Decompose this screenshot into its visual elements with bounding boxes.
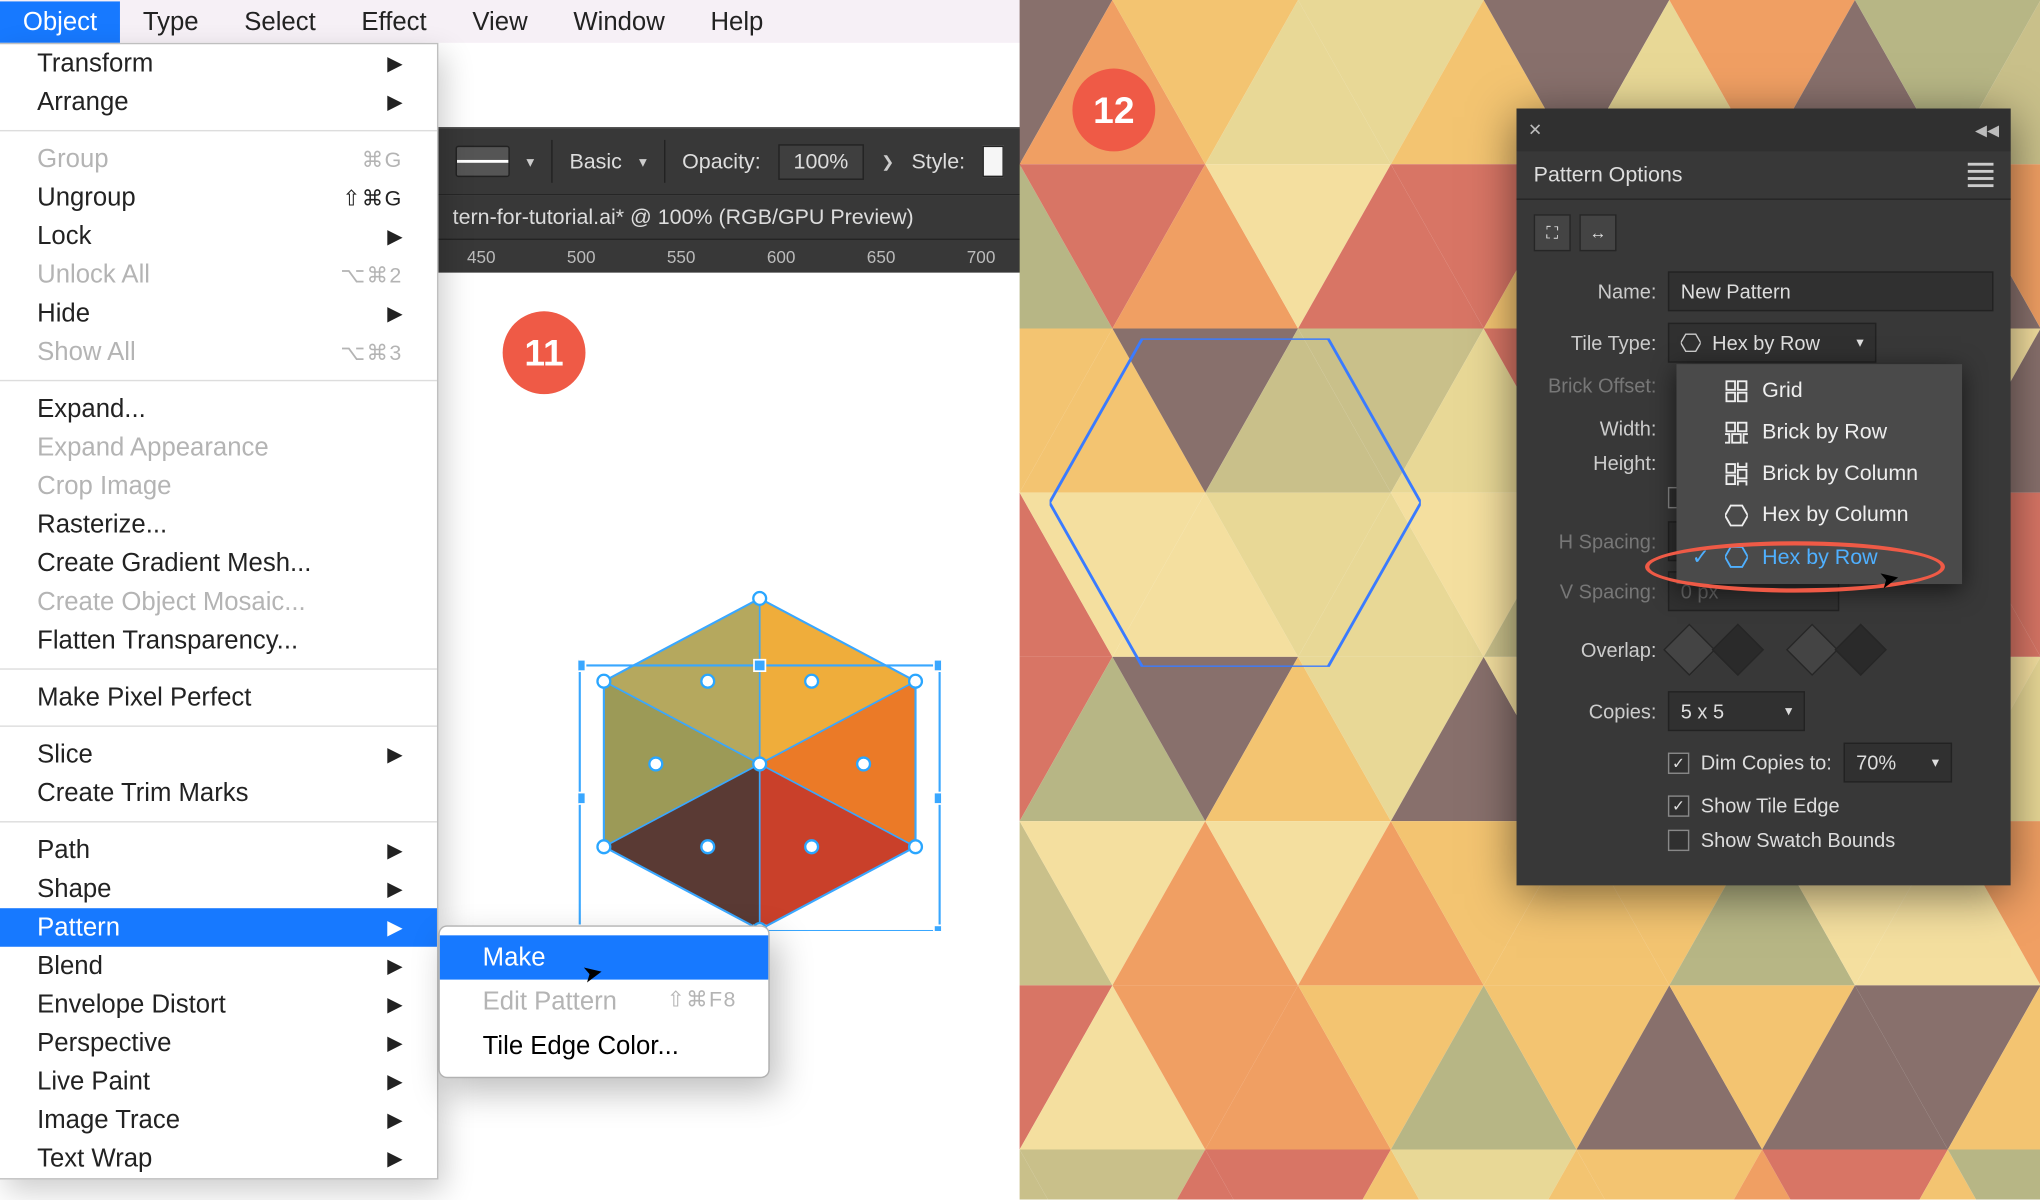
close-icon[interactable]: ✕: [1528, 120, 1542, 140]
menu-item: Expand Appearance: [0, 428, 437, 467]
tile-option[interactable]: Hex by Column: [1676, 494, 1962, 535]
menu-item[interactable]: Shape▶: [0, 870, 437, 909]
step-badge-12: 12: [1072, 69, 1155, 152]
menu-item: Group⌘G: [0, 140, 437, 179]
panel-title: Pattern Options: [1534, 163, 1683, 187]
overlap-left-button[interactable]: [1663, 623, 1716, 676]
menu-item[interactable]: Text Wrap▶: [0, 1140, 437, 1179]
menu-item[interactable]: Ungroup⇧⌘G: [0, 179, 437, 218]
menu-item[interactable]: Expand...: [0, 390, 437, 429]
resize-icon[interactable]: ↔: [1579, 214, 1616, 251]
menu-item[interactable]: Flatten Transparency...: [0, 621, 437, 660]
menu-effect[interactable]: Effect: [339, 1, 450, 42]
object-menu[interactable]: Transform▶Arrange▶ Group⌘GUngroup⇧⌘GLock▶…: [0, 43, 438, 1180]
chevron-down-icon[interactable]: ▾: [526, 152, 534, 171]
menu-view[interactable]: View: [450, 1, 551, 42]
menu-item[interactable]: Arrange▶: [0, 83, 437, 122]
opacity-input[interactable]: 100%: [778, 144, 864, 180]
overlap-right-button[interactable]: [1712, 623, 1765, 676]
submenu-item[interactable]: Make: [440, 935, 768, 979]
menu-item[interactable]: Create Gradient Mesh...: [0, 544, 437, 583]
menu-item[interactable]: Lock▶: [0, 217, 437, 256]
stroke-style-swatch[interactable]: [456, 146, 510, 177]
options-bar[interactable]: ▾ Basic ▾ Opacity: 100% ❯ Style:: [438, 127, 1021, 196]
menu-item: Crop Image: [0, 467, 437, 506]
menu-item[interactable]: Transform▶: [0, 44, 437, 83]
menu-select[interactable]: Select: [221, 1, 338, 42]
name-input[interactable]: [1668, 271, 1994, 311]
menu-item[interactable]: Blend▶: [0, 947, 437, 986]
pattern-tile-tool-icon[interactable]: ⛶: [1534, 214, 1571, 251]
hexagon-artwork[interactable]: [578, 560, 941, 931]
overlap-top-button[interactable]: [1786, 623, 1839, 676]
opacity-label: Opacity:: [682, 149, 761, 173]
menu-item[interactable]: Perspective▶: [0, 1024, 437, 1063]
menu-help[interactable]: Help: [688, 1, 787, 42]
menu-item: Unlock All⌥⌘2: [0, 256, 437, 295]
tile-option[interactable]: Brick by Column: [1676, 453, 1962, 494]
menu-item[interactable]: Pattern▶: [0, 908, 437, 947]
menu-item[interactable]: Make Pixel Perfect: [0, 678, 437, 717]
collapse-icon[interactable]: ◀◀: [1975, 121, 1999, 140]
menu-item[interactable]: Image Trace▶: [0, 1101, 437, 1140]
tile-type-select[interactable]: Hex by Row ▾: [1668, 323, 1876, 363]
style-label: Style:: [911, 149, 965, 173]
style-swatch[interactable]: [982, 146, 1004, 177]
overlap-bottom-button[interactable]: [1834, 623, 1887, 676]
menu-item[interactable]: Live Paint▶: [0, 1062, 437, 1101]
menu-type[interactable]: Type: [120, 1, 221, 42]
menu-item[interactable]: Rasterize...: [0, 506, 437, 545]
menu-item[interactable]: Create Trim Marks: [0, 774, 437, 813]
menu-icon[interactable]: [1968, 163, 1994, 187]
basic-label[interactable]: Basic: [569, 149, 621, 173]
submenu-item: Edit Pattern⇧⌘F8: [440, 980, 768, 1024]
show-tile-checkbox[interactable]: [1668, 795, 1689, 816]
menu-item[interactable]: Slice▶: [0, 735, 437, 774]
chevron-down-icon[interactable]: ▾: [639, 152, 647, 171]
menu-window[interactable]: Window: [550, 1, 687, 42]
dim-copies-checkbox[interactable]: [1668, 752, 1689, 773]
menu-item: Show All⌥⌘3: [0, 333, 437, 372]
tile-option[interactable]: Brick by Row: [1676, 411, 1962, 452]
menu-object[interactable]: Object: [0, 1, 120, 42]
selected-tile-outline: [1050, 338, 1421, 666]
copies-select[interactable]: 5 x 5▾: [1668, 691, 1805, 731]
ruler: 450500550600650700: [438, 238, 1021, 272]
tile-option[interactable]: ✓Hex by Row: [1676, 536, 1962, 579]
document-tab[interactable]: tern-for-tutorial.ai* @ 100% (RGB/GPU Pr…: [438, 196, 1021, 239]
dim-copies-select[interactable]: 70%▾: [1843, 743, 1952, 783]
show-swatch-checkbox[interactable]: [1668, 829, 1689, 850]
menu-item[interactable]: Envelope Distort▶: [0, 985, 437, 1024]
pattern-submenu[interactable]: MakeEdit Pattern⇧⌘F8Tile Edge Color...: [438, 925, 769, 1078]
menu-item: Create Object Mosaic...: [0, 583, 437, 622]
menu-item[interactable]: Path▶: [0, 831, 437, 870]
tile-option[interactable]: Grid: [1676, 370, 1962, 411]
submenu-item[interactable]: Tile Edge Color...: [440, 1024, 768, 1068]
menu-item[interactable]: Hide▶: [0, 294, 437, 333]
step-badge-11: 11: [503, 311, 586, 394]
chevron-right-icon[interactable]: ❯: [881, 152, 894, 171]
tile-type-dropdown[interactable]: GridBrick by RowBrick by ColumnHex by Co…: [1676, 364, 1962, 584]
